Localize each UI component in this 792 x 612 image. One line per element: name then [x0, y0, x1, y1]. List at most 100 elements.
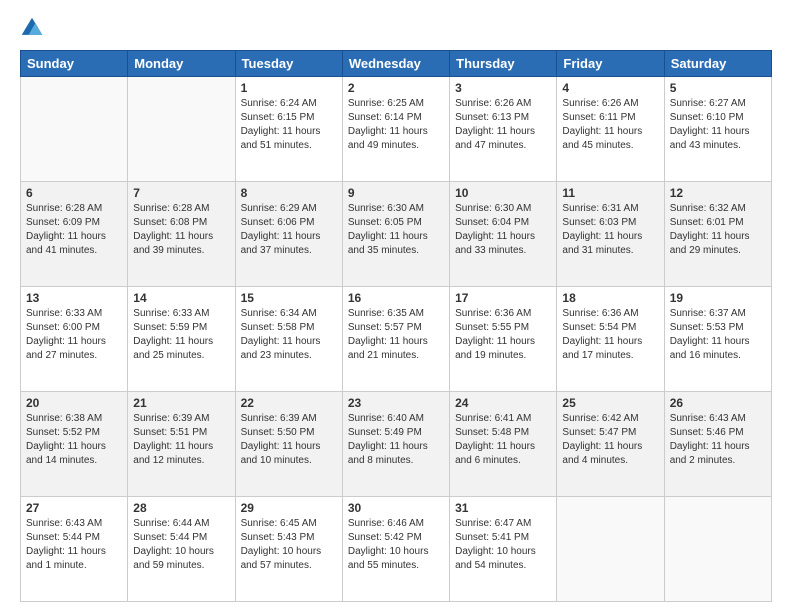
day-info: Sunrise: 6:26 AM Sunset: 6:11 PM Dayligh…	[562, 97, 658, 153]
calendar-cell: 9 Sunrise: 6:30 AM Sunset: 6:05 PM Daylig…	[342, 182, 449, 287]
day-number: 26	[670, 396, 766, 410]
day-number: 11	[562, 186, 658, 200]
day-number: 20	[26, 396, 122, 410]
calendar-row-4: 27Sunrise: 6:43 AM Sunset: 5:44 PM Dayli…	[21, 497, 772, 602]
day-info: Sunrise: 6:34 AM Sunset: 5:58 PM Dayligh…	[241, 307, 337, 363]
calendar-cell: 31 Sunrise: 6:47 AM Sunset: 5:41 PM Dayli…	[450, 497, 557, 602]
day-number: 3	[455, 81, 551, 95]
calendar-cell: 21 Sunrise: 6:39 AM Sunset: 5:51 PM Dayli…	[128, 392, 235, 497]
day-number: 28	[133, 501, 229, 515]
day-number: 31	[455, 501, 551, 515]
calendar-cell: 19Sunrise: 6:37 AM Sunset: 5:53 PM Dayli…	[664, 287, 771, 392]
day-number: 17	[455, 291, 551, 305]
day-info: Sunrise: 6:42 AM Sunset: 5:47 PM Dayligh…	[562, 412, 658, 468]
weekday-header-thursday: Thursday	[450, 51, 557, 77]
calendar-cell: 7 Sunrise: 6:28 AM Sunset: 6:08 PM Daylig…	[128, 182, 235, 287]
calendar-cell: 12 Sunrise: 6:32 AM Sunset: 6:01 PM Dayli…	[664, 182, 771, 287]
calendar-row-1: 6Sunrise: 6:28 AM Sunset: 6:09 PM Daylig…	[21, 182, 772, 287]
day-info: Sunrise: 6:41 AM Sunset: 5:48 PM Dayligh…	[455, 412, 551, 468]
day-info: Sunrise: 6:32 AM Sunset: 6:01 PM Dayligh…	[670, 202, 766, 258]
day-info: Sunrise: 6:46 AM Sunset: 5:42 PM Dayligh…	[348, 517, 444, 573]
day-number: 16	[348, 291, 444, 305]
weekday-header-sunday: Sunday	[21, 51, 128, 77]
day-number: 8	[241, 186, 337, 200]
day-info: Sunrise: 6:40 AM Sunset: 5:49 PM Dayligh…	[348, 412, 444, 468]
day-info: Sunrise: 6:39 AM Sunset: 5:51 PM Dayligh…	[133, 412, 229, 468]
day-number: 12	[670, 186, 766, 200]
day-number: 23	[348, 396, 444, 410]
day-number: 18	[562, 291, 658, 305]
day-info: Sunrise: 6:30 AM Sunset: 6:04 PM Dayligh…	[455, 202, 551, 258]
day-info: Sunrise: 6:36 AM Sunset: 5:55 PM Dayligh…	[455, 307, 551, 363]
calendar-cell: 16Sunrise: 6:35 AM Sunset: 5:57 PM Dayli…	[342, 287, 449, 392]
calendar-cell: 26 Sunrise: 6:43 AM Sunset: 5:46 PM Dayli…	[664, 392, 771, 497]
day-info: Sunrise: 6:25 AM Sunset: 6:14 PM Dayligh…	[348, 97, 444, 153]
day-info: Sunrise: 6:28 AM Sunset: 6:09 PM Dayligh…	[26, 202, 122, 258]
day-info: Sunrise: 6:33 AM Sunset: 6:00 PM Dayligh…	[26, 307, 122, 363]
calendar-cell: 5 Sunrise: 6:27 AM Sunset: 6:10 PM Daylig…	[664, 77, 771, 182]
weekday-header-saturday: Saturday	[664, 51, 771, 77]
calendar-cell: 2 Sunrise: 6:25 AM Sunset: 6:14 PM Daylig…	[342, 77, 449, 182]
logo-icon	[20, 16, 44, 40]
weekday-header-wednesday: Wednesday	[342, 51, 449, 77]
calendar-cell: 25 Sunrise: 6:42 AM Sunset: 5:47 PM Dayli…	[557, 392, 664, 497]
day-info: Sunrise: 6:43 AM Sunset: 5:46 PM Dayligh…	[670, 412, 766, 468]
calendar-cell: 8 Sunrise: 6:29 AM Sunset: 6:06 PM Daylig…	[235, 182, 342, 287]
logo	[20, 16, 48, 40]
day-info: Sunrise: 6:38 AM Sunset: 5:52 PM Dayligh…	[26, 412, 122, 468]
day-info: Sunrise: 6:29 AM Sunset: 6:06 PM Dayligh…	[241, 202, 337, 258]
day-number: 27	[26, 501, 122, 515]
day-number: 15	[241, 291, 337, 305]
calendar-row-0: 1Sunrise: 6:24 AM Sunset: 6:15 PM Daylig…	[21, 77, 772, 182]
day-number: 9	[348, 186, 444, 200]
day-info: Sunrise: 6:47 AM Sunset: 5:41 PM Dayligh…	[455, 517, 551, 573]
day-info: Sunrise: 6:45 AM Sunset: 5:43 PM Dayligh…	[241, 517, 337, 573]
day-number: 19	[670, 291, 766, 305]
calendar-cell: 13Sunrise: 6:33 AM Sunset: 6:00 PM Dayli…	[21, 287, 128, 392]
day-info: Sunrise: 6:24 AM Sunset: 6:15 PM Dayligh…	[241, 97, 337, 153]
calendar-cell: 6Sunrise: 6:28 AM Sunset: 6:09 PM Daylig…	[21, 182, 128, 287]
day-info: Sunrise: 6:39 AM Sunset: 5:50 PM Dayligh…	[241, 412, 337, 468]
day-info: Sunrise: 6:31 AM Sunset: 6:03 PM Dayligh…	[562, 202, 658, 258]
calendar-cell	[21, 77, 128, 182]
day-number: 7	[133, 186, 229, 200]
calendar-cell: 30 Sunrise: 6:46 AM Sunset: 5:42 PM Dayli…	[342, 497, 449, 602]
day-number: 2	[348, 81, 444, 95]
calendar-cell: 27Sunrise: 6:43 AM Sunset: 5:44 PM Dayli…	[21, 497, 128, 602]
calendar-header-row: SundayMondayTuesdayWednesdayThursdayFrid…	[21, 51, 772, 77]
day-number: 5	[670, 81, 766, 95]
calendar-cell: 20 Sunrise: 6:38 AM Sunset: 5:52 PM Dayli…	[21, 392, 128, 497]
weekday-header-monday: Monday	[128, 51, 235, 77]
day-info: Sunrise: 6:30 AM Sunset: 6:05 PM Dayligh…	[348, 202, 444, 258]
calendar-cell: 1Sunrise: 6:24 AM Sunset: 6:15 PM Daylig…	[235, 77, 342, 182]
calendar-row-3: 20 Sunrise: 6:38 AM Sunset: 5:52 PM Dayli…	[21, 392, 772, 497]
day-number: 10	[455, 186, 551, 200]
day-info: Sunrise: 6:36 AM Sunset: 5:54 PM Dayligh…	[562, 307, 658, 363]
header	[20, 16, 772, 40]
day-info: Sunrise: 6:33 AM Sunset: 5:59 PM Dayligh…	[133, 307, 229, 363]
day-number: 24	[455, 396, 551, 410]
day-info: Sunrise: 6:27 AM Sunset: 6:10 PM Dayligh…	[670, 97, 766, 153]
day-number: 25	[562, 396, 658, 410]
calendar-cell: 14Sunrise: 6:33 AM Sunset: 5:59 PM Dayli…	[128, 287, 235, 392]
day-number: 21	[133, 396, 229, 410]
calendar-cell: 15 Sunrise: 6:34 AM Sunset: 5:58 PM Dayli…	[235, 287, 342, 392]
day-number: 30	[348, 501, 444, 515]
calendar-row-2: 13Sunrise: 6:33 AM Sunset: 6:00 PM Dayli…	[21, 287, 772, 392]
calendar-cell: 29 Sunrise: 6:45 AM Sunset: 5:43 PM Dayli…	[235, 497, 342, 602]
calendar-cell: 23 Sunrise: 6:40 AM Sunset: 5:49 PM Dayli…	[342, 392, 449, 497]
calendar-cell: 17 Sunrise: 6:36 AM Sunset: 5:55 PM Dayli…	[450, 287, 557, 392]
calendar-cell: 24 Sunrise: 6:41 AM Sunset: 5:48 PM Dayli…	[450, 392, 557, 497]
day-info: Sunrise: 6:28 AM Sunset: 6:08 PM Dayligh…	[133, 202, 229, 258]
calendar-cell	[664, 497, 771, 602]
calendar-cell: 10 Sunrise: 6:30 AM Sunset: 6:04 PM Dayli…	[450, 182, 557, 287]
page: SundayMondayTuesdayWednesdayThursdayFrid…	[0, 0, 792, 612]
calendar-cell	[128, 77, 235, 182]
calendar-table: SundayMondayTuesdayWednesdayThursdayFrid…	[20, 50, 772, 602]
day-number: 4	[562, 81, 658, 95]
calendar-cell: 4 Sunrise: 6:26 AM Sunset: 6:11 PM Daylig…	[557, 77, 664, 182]
day-number: 22	[241, 396, 337, 410]
day-number: 29	[241, 501, 337, 515]
weekday-header-tuesday: Tuesday	[235, 51, 342, 77]
calendar-cell: 3Sunrise: 6:26 AM Sunset: 6:13 PM Daylig…	[450, 77, 557, 182]
